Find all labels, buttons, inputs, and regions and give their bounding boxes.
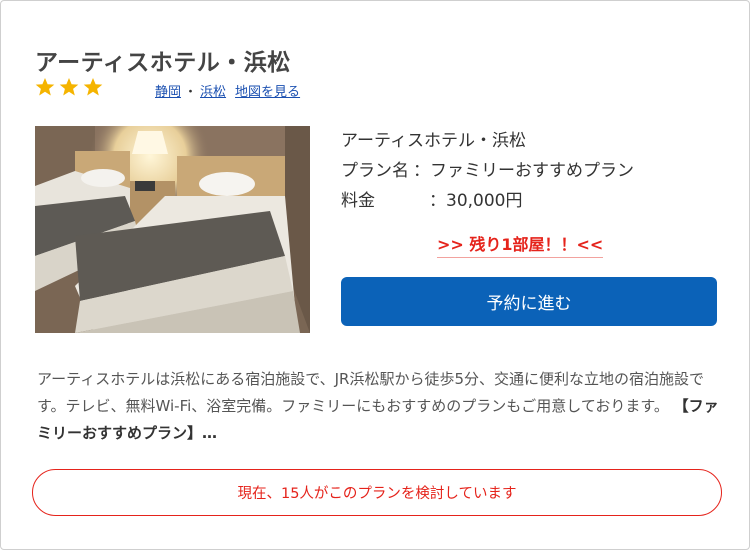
star-rating: [35, 77, 103, 97]
plan-name-row: プラン名 ： ファミリーおすすめプラン: [341, 156, 634, 186]
viewers-notice-button[interactable]: 現在、15人がこのプランを検討しています: [32, 469, 722, 516]
plan-name-separator: ：: [413, 161, 430, 181]
hotel-title: アーティスホテル・浜松: [35, 50, 291, 76]
location-separator: ・: [184, 85, 198, 100]
star-icon: [83, 77, 103, 97]
price-row: 料金 ： 30,000円: [341, 186, 634, 216]
plan-info: アーティスホテル・浜松 プラン名 ： ファミリーおすすめプラン 料金 ： 30,…: [341, 126, 634, 216]
description-text: アーティスホテルは浜松にある宿泊施設で、JR浜松駅から徒歩5分、交通に便利な立地…: [37, 370, 704, 415]
plan-hotel-name-row: アーティスホテル・浜松: [341, 126, 634, 156]
city-link[interactable]: 浜松: [200, 81, 226, 100]
prefecture-link[interactable]: 静岡: [155, 81, 181, 100]
map-link[interactable]: 地図を見る: [235, 81, 300, 100]
plan-name-value: ファミリーおすすめプラン: [430, 161, 634, 181]
plan-name-label: プラン名: [341, 161, 409, 181]
reserve-button[interactable]: 予約に進む: [341, 277, 717, 326]
plan-hotel-name: アーティスホテル・浜松: [341, 131, 526, 151]
hotel-card: アーティスホテル・浜松 静岡 ・ 浜松 地図を見る アーティスホテル・浜松 プラ…: [0, 0, 750, 550]
location-links: 静岡 ・ 浜松 地図を見る: [155, 81, 300, 100]
hotel-description: アーティスホテルは浜松にある宿泊施設で、JR浜松駅から徒歩5分、交通に便利な立地…: [37, 366, 723, 447]
rooms-remaining-alert: >> 残り1部屋！！<<: [437, 231, 604, 258]
hotel-room-photo[interactable]: [35, 126, 310, 333]
star-icon: [35, 77, 55, 97]
price-separator: ：: [429, 191, 446, 211]
price-value: 30,000円: [446, 191, 523, 211]
star-icon: [59, 77, 79, 97]
price-label: 料金: [341, 191, 375, 211]
